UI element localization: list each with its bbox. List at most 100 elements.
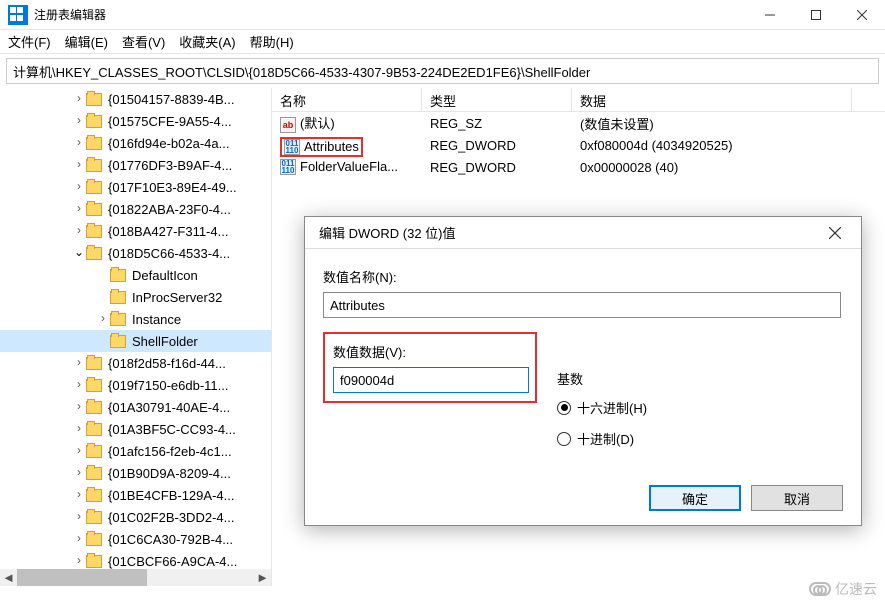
folder-icon <box>86 379 102 392</box>
tree-item[interactable]: ›{01B90D9A-8209-4... <box>0 462 272 484</box>
folder-icon <box>110 335 126 348</box>
scroll-left-icon[interactable]: ◄ <box>0 569 17 586</box>
chevron-right-icon[interactable]: › <box>72 179 86 193</box>
folder-icon <box>86 93 102 106</box>
tree-item-label: {018D5C66-4533-4... <box>106 245 232 262</box>
tree-item[interactable]: InProcServer32 <box>0 286 272 308</box>
menu-view[interactable]: 查看(V) <box>122 32 165 51</box>
chevron-right-icon[interactable]: › <box>72 135 86 149</box>
tree-item[interactable]: ›{01BE4CFB-129A-4... <box>0 484 272 506</box>
menu-favorites[interactable]: 收藏夹(A) <box>179 32 235 51</box>
menu-help[interactable]: 帮助(H) <box>250 32 294 51</box>
col-type[interactable]: 类型 <box>422 88 572 111</box>
tree-item[interactable]: ⌄ {018D5C66-4533-4... <box>0 242 272 264</box>
chevron-right-icon[interactable]: › <box>72 399 86 413</box>
minimize-button[interactable] <box>747 0 793 30</box>
chevron-right-icon[interactable]: › <box>72 113 86 127</box>
radio-dec[interactable]: 十进制(D) <box>557 429 647 448</box>
scroll-thumb[interactable] <box>17 569 147 586</box>
list-row[interactable]: ab(默认)REG_SZ(数值未设置) <box>272 112 885 134</box>
tree-item[interactable]: ›{016fd94e-b02a-4a... <box>0 132 272 154</box>
tree-item-label: DefaultIcon <box>130 267 200 284</box>
value-type: REG_SZ <box>422 116 572 131</box>
value-data: 0xf080004d (4034920525) <box>572 138 852 153</box>
tree-item[interactable]: ›{01C02F2B-3DD2-4... <box>0 506 272 528</box>
list-row[interactable]: 011110AttributesREG_DWORD0xf080004d (403… <box>272 134 885 156</box>
folder-icon <box>86 423 102 436</box>
tree-item[interactable]: ›{01C6CA30-792B-4... <box>0 528 272 550</box>
chevron-right-icon[interactable]: › <box>72 531 86 545</box>
chevron-right-icon[interactable]: › <box>72 355 86 369</box>
folder-icon <box>86 467 102 480</box>
chevron-right-icon[interactable]: › <box>72 509 86 523</box>
tree-item[interactable]: › {01776DF3-B9AF-4... <box>0 154 272 176</box>
chevron-down-icon[interactable]: ⌄ <box>72 245 86 259</box>
folder-icon <box>110 291 126 304</box>
list-header: 名称 类型 数据 <box>272 88 885 112</box>
tree-hscrollbar[interactable]: ◄ ► <box>0 569 271 586</box>
tree-item-label: {01776DF3-B9AF-4... <box>106 157 234 174</box>
col-name[interactable]: 名称 <box>272 88 422 111</box>
col-data[interactable]: 数据 <box>572 88 852 111</box>
chevron-right-icon[interactable]: › <box>72 157 86 171</box>
chevron-right-icon[interactable]: › <box>72 465 86 479</box>
chevron-right-icon[interactable]: › <box>72 421 86 435</box>
base-radiogroup: 基数 十六进制(H) 十进制(D) <box>557 369 647 460</box>
chevron-right-icon[interactable]: › <box>72 377 86 391</box>
radio-icon <box>557 432 571 446</box>
value-name-input[interactable] <box>323 292 841 318</box>
tree-item[interactable]: › {01575CFE-9A55-4... <box>0 110 272 132</box>
tree-item-label: {01A3BF5C-CC93-4... <box>106 421 238 438</box>
folder-icon <box>86 181 102 194</box>
value-data-input[interactable] <box>333 367 529 393</box>
chevron-right-icon[interactable]: › <box>72 91 86 105</box>
tree-item[interactable]: › {019f7150-e6db-11... <box>0 374 272 396</box>
window-title: 注册表编辑器 <box>34 6 747 23</box>
maximize-button[interactable] <box>793 0 839 30</box>
ok-button[interactable]: 确定 <box>649 485 741 511</box>
chevron-right-icon[interactable]: › <box>72 553 86 567</box>
tree-item-label: Instance <box>130 311 183 328</box>
dialog-close-button[interactable] <box>817 219 853 247</box>
radio-hex[interactable]: 十六进制(H) <box>557 398 647 417</box>
tree-item[interactable]: › Instance <box>0 308 272 330</box>
tree-item[interactable]: ›{018f2d58-f16d-44... <box>0 352 272 374</box>
tree-item[interactable]: ›{01822ABA-23F0-4... <box>0 198 272 220</box>
tree-item-label: {01504157-8839-4B... <box>106 91 237 108</box>
folder-icon <box>86 137 102 150</box>
close-button[interactable] <box>839 0 885 30</box>
tree-item[interactable]: › {01504157-8839-4B... <box>0 88 272 110</box>
chevron-right-icon[interactable]: › <box>72 443 86 457</box>
tree-view[interactable]: › {01504157-8839-4B... › {01575CFE-9A55-4..… <box>0 88 272 586</box>
scroll-right-icon[interactable]: ► <box>254 569 271 586</box>
folder-icon <box>86 555 102 568</box>
tree-item-label: {017F10E3-89E4-49... <box>106 179 239 196</box>
tree-item[interactable]: ›{018BA427-F311-4... <box>0 220 272 242</box>
tree-item-label: {01575CFE-9A55-4... <box>106 113 234 130</box>
tree-item-label: {019f7150-e6db-11... <box>106 377 230 394</box>
tree-item[interactable]: ›{01A30791-40AE-4... <box>0 396 272 418</box>
list-row[interactable]: 011110FolderValueFla...REG_DWORD0x000000… <box>272 156 885 178</box>
tree-item-label: ShellFolder <box>130 333 200 350</box>
dialog-title: 编辑 DWORD (32 位)值 <box>319 223 817 242</box>
chevron-right-icon[interactable]: › <box>72 223 86 237</box>
chevron-right-icon[interactable]: › <box>72 201 86 215</box>
watermark-icon <box>809 582 831 596</box>
chevron-right-icon[interactable]: › <box>72 487 86 501</box>
value-data: (数值未设置) <box>572 114 852 133</box>
tree-item[interactable]: › {01A3BF5C-CC93-4... <box>0 418 272 440</box>
address-bar[interactable]: 计算机\HKEY_CLASSES_ROOT\CLSID\{018D5C66-45… <box>6 58 879 84</box>
menu-edit[interactable]: 编辑(E) <box>65 32 108 51</box>
tree-item[interactable]: DefaultIcon <box>0 264 272 286</box>
tree-item[interactable]: ›{01afc156-f2eb-4c1... <box>0 440 272 462</box>
chevron-right-icon[interactable]: › <box>96 311 110 325</box>
folder-icon <box>86 357 102 370</box>
tree-item-selected[interactable]: ShellFolder <box>0 330 272 352</box>
address-text: 计算机\HKEY_CLASSES_ROOT\CLSID\{018D5C66-45… <box>13 62 590 81</box>
value-name: FolderValueFla... <box>300 159 398 174</box>
menu-file[interactable]: 文件(F) <box>8 32 51 51</box>
folder-icon <box>110 313 126 326</box>
tree-item[interactable]: › {017F10E3-89E4-49... <box>0 176 272 198</box>
cancel-button[interactable]: 取消 <box>751 485 843 511</box>
value-type: REG_DWORD <box>422 160 572 175</box>
